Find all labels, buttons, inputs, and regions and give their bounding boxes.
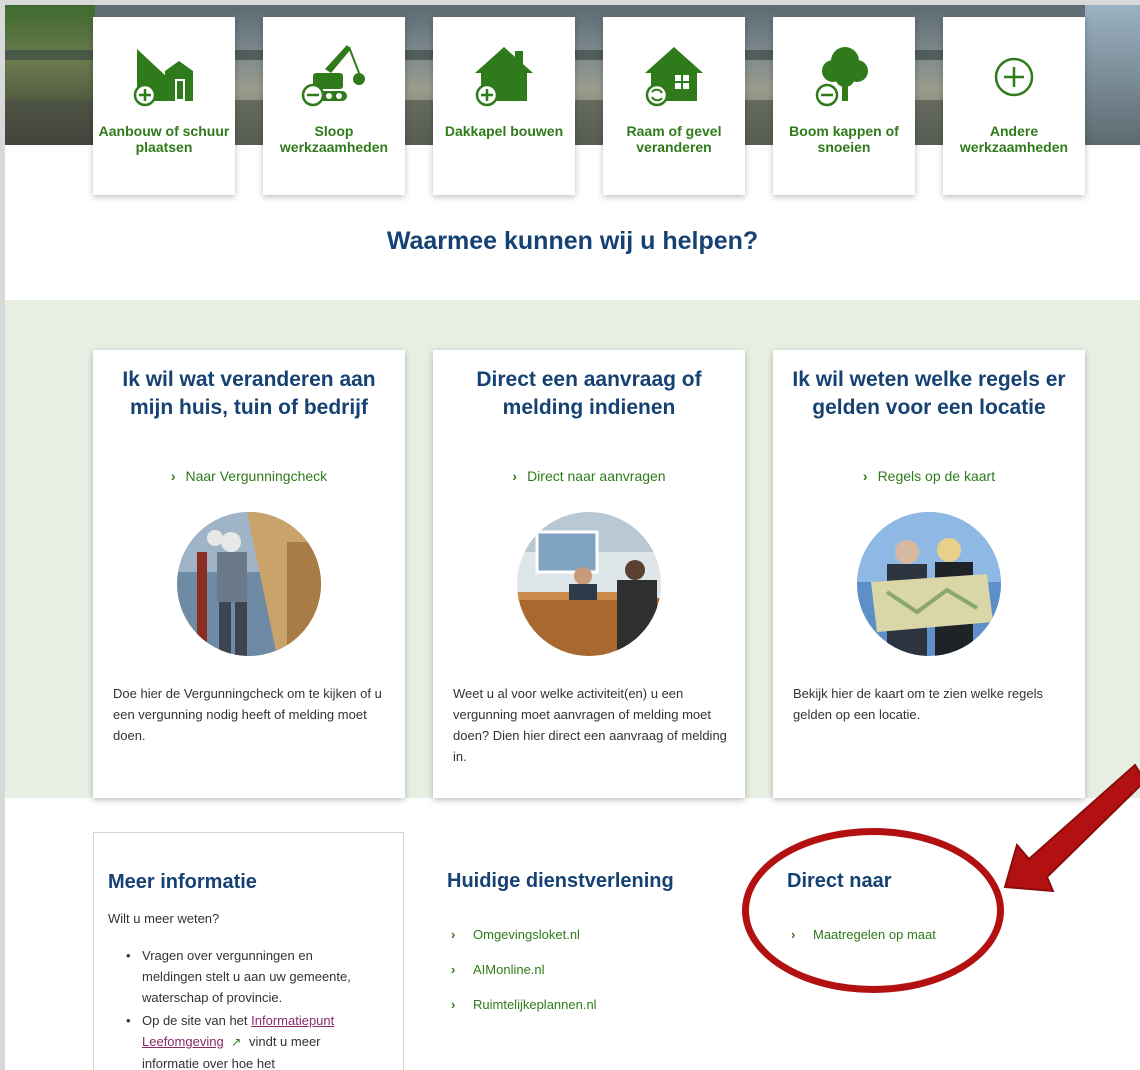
chevron-right-icon: › [862, 468, 868, 484]
list-item: Vragen over vergunningen en meldingen st… [124, 945, 374, 1008]
card-regels: Ik wil weten welke regels er gelden voor… [773, 350, 1085, 798]
external-link-icon: ↗ [231, 1035, 242, 1049]
tile-dakkapel[interactable]: Dakkapel bouwen [433, 17, 575, 195]
link-aimonline[interactable]: › AIMonline.nl [451, 962, 545, 977]
pointer-arrow-annotation [1003, 763, 1140, 893]
plus-circle-icon [994, 57, 1034, 97]
crane-demolition-icon [301, 45, 365, 107]
card-title: Direct een aanvraag of melding indienen [476, 368, 702, 419]
list-item: Op de site van het Informatiepunt Leefom… [124, 1010, 374, 1070]
highlight-oval-annotation [742, 828, 1004, 993]
page: Aanbouw of schuur plaatsen Sloop werkzaa… [5, 5, 1140, 1070]
card-vergunningcheck: Ik wil wat veranderen aan mijn huis, tui… [93, 350, 405, 798]
huidige-dienstverlening-title: Huidige dienstverlening [447, 870, 674, 892]
card-text: Doe hier de Vergunningcheck om te kijken… [113, 686, 382, 743]
link-ruimtelijkeplannen[interactable]: › Ruimtelijkeplannen.nl [451, 997, 597, 1012]
shed-add-icon [133, 49, 193, 107]
chevron-right-icon: › [512, 468, 518, 484]
dormer-house-icon [475, 47, 533, 107]
card-link-label: Naar Vergunningcheck [185, 468, 328, 484]
meer-informatie-title: Meer informatie [108, 871, 257, 893]
tile-raam-gevel[interactable]: Raam of gevel veranderen [603, 17, 745, 195]
card-title: Ik wil weten welke regels er gelden voor… [792, 368, 1066, 419]
tile-andere[interactable]: Andere werkzaamheden [943, 17, 1085, 195]
meer-informatie-sub: Wilt u meer weten? [108, 911, 220, 926]
card-link-regels[interactable]: › Regels op de kaart [773, 468, 1085, 484]
tile-sloop[interactable]: Sloop werkzaamheden [263, 17, 405, 195]
card-title: Ik wil wat veranderen aan mijn huis, tui… [122, 368, 376, 419]
card-text: Bekijk hier de kaart om te zien welke re… [793, 686, 1044, 722]
tile-boom[interactable]: Boom kappen of snoeien [773, 17, 915, 195]
link-omgevingsloket[interactable]: › Omgevingsloket.nl [451, 927, 580, 942]
card-link-vergunningcheck[interactable]: › Naar Vergunningcheck [93, 468, 405, 484]
card-text: Weet u al voor welke activiteit(en) u ee… [453, 686, 727, 764]
service-desk-photo [517, 512, 661, 656]
card-link-label: Regels op de kaart [877, 468, 996, 484]
tree-cut-icon [815, 47, 868, 107]
tile-label: Raam of gevel veranderen [626, 123, 722, 155]
tile-label: Boom kappen of snoeien [789, 123, 899, 155]
tile-label: Sloop werkzaamheden [279, 123, 389, 155]
construction-worker-photo [177, 512, 321, 656]
card-link-label: Direct naar aanvragen [527, 468, 666, 484]
chevron-right-icon: › [451, 962, 456, 977]
card-link-aanvragen[interactable]: › Direct naar aanvragen [433, 468, 745, 484]
chevron-right-icon: › [170, 468, 176, 484]
couple-with-map-photo [857, 512, 1001, 656]
card-aanvragen: Direct een aanvraag of melding indienen … [433, 350, 745, 798]
chevron-right-icon: › [451, 927, 456, 942]
tile-label: Dakkapel bouwen [444, 123, 564, 139]
tile-label: Andere werkzaamheden [959, 123, 1069, 155]
tile-aanbouw[interactable]: Aanbouw of schuur plaatsen [93, 17, 235, 195]
tile-label: Aanbouw of schuur plaatsen [98, 123, 230, 155]
window-facade-icon [645, 47, 703, 107]
meer-informatie-box: Meer informatie Wilt u meer weten? Vrage… [93, 832, 404, 1070]
meer-informatie-list: Vragen over vergunningen en meldingen st… [124, 945, 374, 1070]
chevron-right-icon: › [451, 997, 456, 1012]
help-title: Waarmee kunnen wij u helpen? [386, 227, 759, 255]
